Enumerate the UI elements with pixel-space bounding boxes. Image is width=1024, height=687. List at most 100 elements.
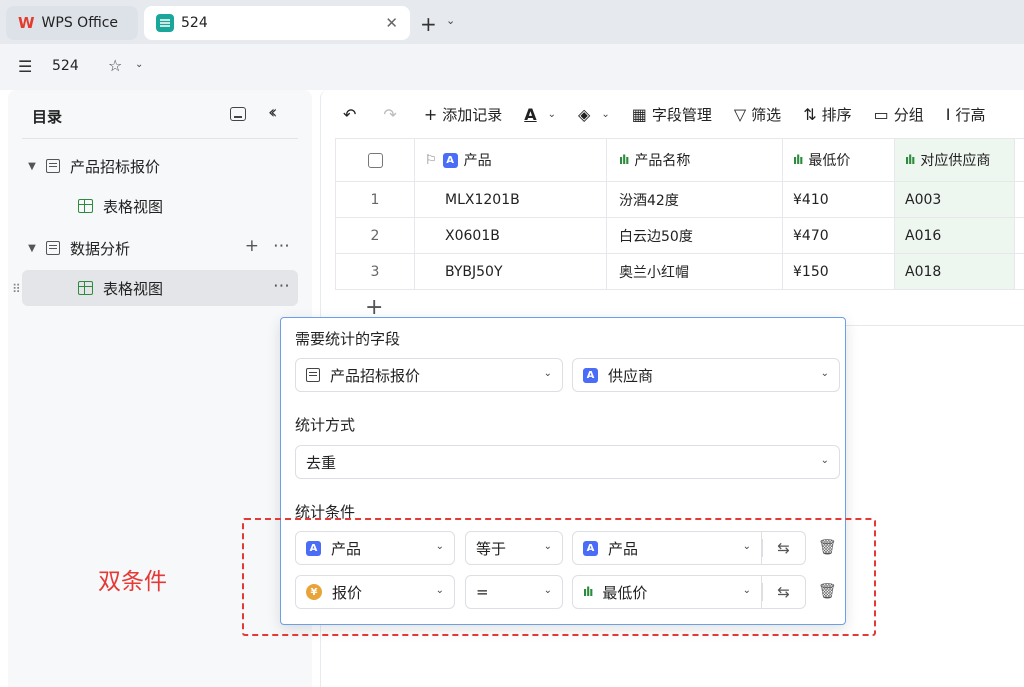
cell-supplier[interactable]: A003	[895, 182, 1015, 217]
tab-document[interactable]: 524 ✕	[144, 6, 410, 40]
cell-name[interactable]: 奥兰小红帽	[607, 254, 783, 289]
sort-label: 排序	[821, 105, 852, 124]
table-row[interactable]: 2 X0601B 白云边50度 ¥470 A016	[335, 218, 1024, 254]
row-number: 1	[335, 182, 415, 217]
primary-flag-icon: ⚐	[425, 152, 437, 168]
close-icon[interactable]: ✕	[385, 14, 398, 32]
cell-supplier[interactable]: A018	[895, 254, 1015, 289]
document-header: ☰ 524 ☆ ⌄	[0, 44, 1024, 90]
trash-icon[interactable]: 🗑	[818, 582, 837, 600]
grid-icon: ▦	[631, 104, 647, 124]
cell-product[interactable]: BYBJ50Y	[415, 254, 607, 289]
add-record-button[interactable]: + 添加记录	[424, 104, 502, 125]
undo-button[interactable]: ↶	[343, 105, 361, 124]
folder-icon: ▭	[873, 104, 889, 124]
table-row[interactable]: 3 BYBJ50Y 奥兰小红帽 ¥150 A018	[335, 254, 1024, 290]
column-header[interactable]: ⚐ A 产品	[415, 139, 607, 181]
chevron-down-icon: ⌄	[742, 541, 751, 552]
chevron-down-icon: ⌄	[601, 108, 610, 120]
cell-name[interactable]: 汾酒42度	[607, 182, 783, 217]
sidebar-item-grid-view-2[interactable]: 表格视图 ⋯	[22, 270, 298, 306]
swap-icon: ⇆	[777, 539, 790, 557]
add-icon[interactable]: +	[245, 236, 259, 256]
sort-icon: ⇅	[803, 104, 817, 124]
checkbox[interactable]	[367, 152, 383, 168]
lookup-field-icon: ılı	[583, 585, 593, 599]
group-label: 分组	[893, 105, 924, 124]
filter-icon: ▽	[733, 104, 747, 124]
column-label: 最低价	[808, 153, 851, 169]
grid-view-icon	[78, 199, 93, 213]
row-height-button[interactable]: Ⅰ 行高	[946, 104, 986, 125]
swap-button[interactable]: ⇆	[762, 575, 806, 609]
swap-button[interactable]: ⇆	[762, 531, 806, 565]
more-icon[interactable]: ⋯	[273, 276, 290, 296]
select-all-cell[interactable]	[335, 139, 415, 181]
form-icon	[46, 159, 60, 173]
filter-button[interactable]: ▽ 筛选	[734, 104, 781, 125]
cell-name[interactable]: 白云边50度	[607, 218, 783, 253]
toolbar: ↶ ↷ + 添加记录 A ⌄ ◈ ⌄ ▦ 字段管理 ▽ 筛选 ⇅ 排序 ▭ 分组 Ⅰ 行高	[321, 90, 1024, 138]
table-select[interactable]: 产品招标报价 ⌄	[295, 358, 563, 392]
panel-toggle-icon[interactable]	[230, 107, 246, 121]
add-record-label: 添加记录	[442, 105, 503, 124]
condition-target-select[interactable]: ılı 最低价 ⌄	[572, 575, 762, 609]
column-label: 产品名称	[634, 153, 691, 169]
new-tab-icon[interactable]: +	[420, 12, 437, 36]
fill-color-button[interactable]: ◈ ⌄	[578, 105, 610, 124]
field-select[interactable]: A 供应商 ⌄	[572, 358, 840, 392]
method-select[interactable]: 去重 ⌄	[295, 445, 840, 479]
condition-field-select[interactable]: ¥ 报价 ⌄	[295, 575, 455, 609]
lookup-field-icon: ılı	[619, 153, 629, 167]
caret-down-icon[interactable]: ▼	[22, 161, 42, 172]
wps-logo-icon: W	[18, 14, 35, 32]
column-header[interactable]: ılı 最低价	[783, 139, 895, 181]
chevron-down-icon[interactable]: ⌄	[446, 14, 455, 27]
cell-supplier[interactable]: A016	[895, 218, 1015, 253]
condition-field-value: 产品	[331, 539, 362, 558]
cell-product[interactable]: MLX1201B	[415, 182, 607, 217]
sidebar-item-grid-view-1[interactable]: 表格视图	[22, 188, 298, 224]
divider	[22, 138, 298, 139]
text-field-icon: A	[442, 152, 458, 168]
condition-field-select[interactable]: A 产品 ⌄	[295, 531, 455, 565]
field-manage-label: 字段管理	[651, 105, 712, 124]
lookup-field-icon: ılı	[793, 153, 803, 167]
cell-product[interactable]: X0601B	[415, 218, 607, 253]
collapse-sidebar-icon[interactable]: ‹‹	[268, 102, 278, 123]
column-header[interactable]: ılı 产品名称	[607, 139, 783, 181]
table-row[interactable]: 1 MLX1201B 汾酒42度 ¥410 A003	[335, 182, 1024, 218]
more-icon[interactable]: ⋯	[273, 236, 290, 256]
cell-price[interactable]: ¥470	[783, 218, 895, 253]
field-select-value: 供应商	[608, 366, 654, 385]
undo-icon: ↶	[343, 104, 357, 124]
trash-icon[interactable]: 🗑	[818, 538, 837, 556]
menu-icon[interactable]: ☰	[18, 57, 32, 76]
item-actions: ⋯	[273, 276, 290, 296]
text-field-icon: A	[583, 540, 598, 556]
condition-target-select[interactable]: A 产品 ⌄	[572, 531, 762, 565]
condition-operator-select[interactable]: 等于 ⌄	[465, 531, 563, 565]
divider	[762, 539, 763, 557]
condition-operator-value: =	[476, 583, 489, 601]
cell-price[interactable]: ¥150	[783, 254, 895, 289]
sidebar-item-product-bid[interactable]: ▼ 产品招标报价	[22, 148, 298, 184]
sidebar-item-data-analysis[interactable]: ▼ 数据分析 + ⋯	[22, 230, 298, 266]
chevron-down-icon: ⌄	[547, 108, 557, 120]
condition-operator-select[interactable]: = ⌄	[465, 575, 563, 609]
sidebar-item-label: 表格视图	[103, 197, 164, 216]
cell-price[interactable]: ¥410	[783, 182, 895, 217]
column-header[interactable]: ılı 对应供应商	[895, 139, 1015, 181]
sidebar: 目录 ‹‹ ▼ 产品招标报价 表格视图 ▼ 数据分析 + ⋯ 表格视图 ⋯	[8, 90, 312, 687]
font-color-button[interactable]: A ⌄	[524, 105, 556, 124]
caret-down-icon[interactable]: ▼	[22, 243, 42, 254]
group-button[interactable]: ▭ 分组	[874, 104, 924, 125]
drag-handle-icon[interactable]: ⠿	[12, 282, 21, 296]
chevron-down-icon[interactable]: ⌄	[135, 59, 143, 70]
star-icon[interactable]: ☆	[108, 56, 122, 75]
field-manage-button[interactable]: ▦ 字段管理	[632, 104, 712, 125]
tab-wps-office[interactable]: W WPS Office	[6, 6, 138, 40]
sort-button[interactable]: ⇅ 排序	[803, 104, 851, 125]
sidebar-item-label: 数据分析	[70, 239, 131, 258]
redo-button[interactable]: ↷	[383, 105, 401, 124]
